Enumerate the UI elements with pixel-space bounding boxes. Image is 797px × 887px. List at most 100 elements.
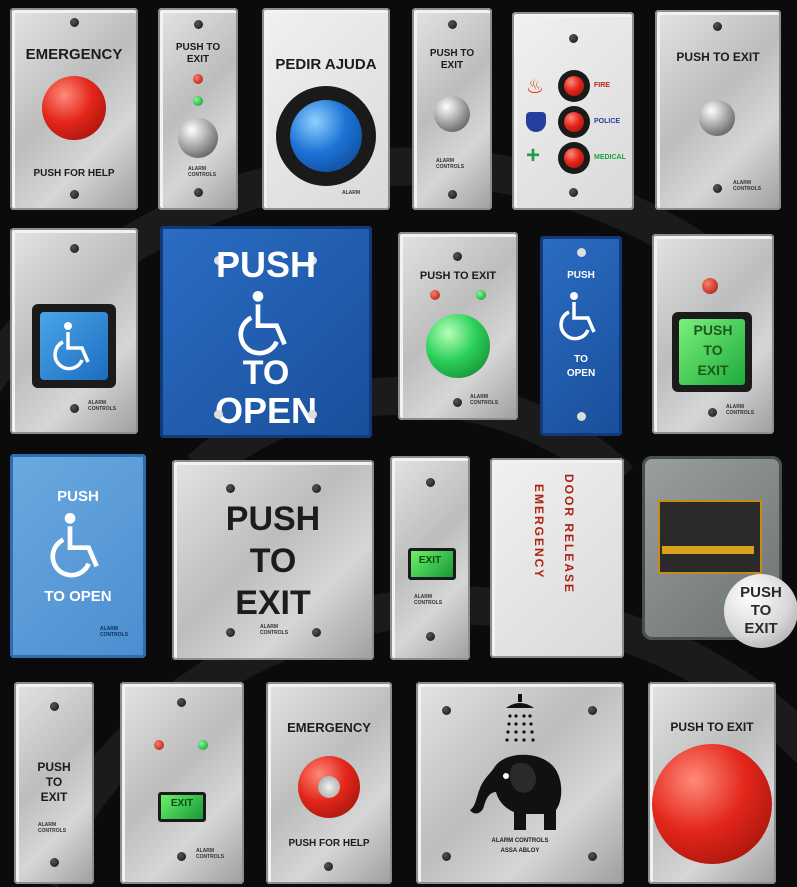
push-to-exit-square-plate[interactable]: PUSH TO EXIT ALARM CONTROLS	[172, 460, 374, 660]
green-exit-button[interactable]	[426, 314, 490, 378]
exit-label: EXIT	[186, 54, 210, 65]
emergency-door-release-plate[interactable]: EMERGENCY DOOR RELEASE	[490, 458, 624, 658]
open-label: OPEN	[214, 390, 318, 431]
plate-screw	[588, 706, 597, 715]
chrome-push-button[interactable]	[434, 96, 470, 132]
police-button[interactable]	[564, 112, 584, 132]
plate-screw	[453, 252, 462, 261]
plate-screw	[708, 408, 717, 417]
push-to-open-large-plate[interactable]: PUSH TO OPEN	[160, 226, 372, 438]
green-led-indicator	[198, 740, 208, 750]
plate-screw	[448, 190, 457, 199]
emergency-key-plate: EMERGENCY PUSH FOR HELP	[266, 682, 392, 884]
plate-screw	[226, 628, 235, 637]
plate-screw	[50, 702, 59, 711]
alarm-controls-logo: ALARM CONTROLS	[196, 848, 225, 860]
push-to-exit-label: PUSH TO EXIT	[670, 720, 754, 734]
plate-screw	[70, 404, 79, 413]
pedir-ajuda-plate: PEDIR AJUDA ALARM	[262, 8, 390, 210]
plate-screw	[569, 34, 578, 43]
alarm-controls-logo: ALARM CONTROLS	[100, 626, 129, 638]
green-led-indicator	[476, 290, 486, 300]
medical-cross-icon: +	[526, 142, 541, 169]
alarm-controls-logo: ALARM CONTROLS	[188, 166, 217, 178]
alarm-controls-logo: ALARM CONTROLS	[38, 822, 67, 834]
plate-screw	[426, 478, 435, 487]
push-label: PUSH	[37, 760, 71, 774]
alarm-controls-logo: ALARM CONTROLS	[436, 158, 465, 170]
push-to-exit-label: PUSH TO EXIT	[676, 50, 760, 64]
push-to-open-narrow-plate[interactable]: PUSH TO OPEN	[540, 236, 622, 436]
push-label: PUSH	[215, 244, 317, 285]
exit-label: EXIT	[40, 790, 68, 804]
chrome-push-button[interactable]	[178, 118, 218, 158]
push-to-open-lightblue-plate[interactable]: PUSH TO OPEN ALARM CONTROLS	[10, 454, 146, 658]
alarm-controls-logo: ALARM CONTROLS	[414, 594, 443, 606]
plate-screw	[308, 410, 317, 419]
red-led-indicator	[154, 740, 164, 750]
plate-screw	[453, 398, 462, 407]
plate-screw	[442, 852, 451, 861]
plate-screw	[324, 862, 333, 871]
push-to-exit-label: PUSH TO EXIT	[419, 270, 497, 282]
plate-screw	[312, 484, 321, 493]
emergency-label: EMERGENCY	[25, 46, 123, 63]
elephant-shower-plate[interactable]: ALARM CONTROLS ASSA ABLOY	[416, 682, 624, 884]
plate-screw	[70, 244, 79, 253]
alarm-controls-label: ALARM CONTROLS	[491, 838, 549, 844]
plate-screw	[177, 852, 186, 861]
small-exit-button-plate: EXIT ALARM CONTROLS	[390, 456, 470, 660]
emergency-plate: EMERGENCY PUSH FOR HELP	[10, 8, 138, 210]
emergency-vertical-label: EMERGENCY	[532, 484, 546, 580]
red-led-indicator	[193, 74, 203, 84]
chrome-push-button[interactable]	[699, 100, 735, 136]
plate-screw	[214, 410, 223, 419]
fire-button[interactable]	[564, 76, 584, 96]
push-for-help-label: PUSH FOR HELP	[288, 838, 370, 849]
plate-screw	[70, 190, 79, 199]
open-label: OPEN	[566, 368, 596, 379]
push-to-label: PUSH TO	[175, 42, 221, 53]
wheelchair-icon	[238, 291, 287, 356]
alarm-controls-logo: ALARM CONTROLS	[88, 400, 117, 412]
enclosure-stripe	[662, 546, 754, 554]
key-cylinder-icon	[318, 776, 340, 798]
push-to-exit-narrow-plate[interactable]: PUSH TO EXIT ALARM CONTROLS	[14, 682, 94, 884]
pedir-ajuda-blue-button[interactable]	[290, 100, 362, 172]
push-label: PUSH	[567, 270, 595, 281]
emergency-label: EMERGENCY	[287, 720, 371, 735]
alarm-controls-logo: ALARM CONTROLS	[726, 404, 755, 416]
medical-button[interactable]	[564, 148, 584, 168]
three-button-panel: ♨ FIRE POLICE + MEDICAL	[512, 12, 634, 210]
medical-label: MEDICAL	[594, 154, 626, 161]
exit-label: EXIT	[170, 798, 194, 809]
plate-screw	[442, 706, 451, 715]
push-label: PUSH	[225, 500, 321, 538]
to-label: TO	[703, 342, 723, 358]
to-label: TO	[574, 354, 588, 365]
disc-exit-label: EXIT	[744, 620, 778, 637]
police-badge-icon	[526, 112, 546, 132]
green-led-indicator	[193, 96, 203, 106]
shower-icon	[505, 694, 535, 742]
disc-to-label: TO	[750, 602, 772, 619]
plate-screw	[50, 858, 59, 867]
plate-screw	[70, 18, 79, 27]
push-label: PUSH	[57, 488, 99, 505]
to-open-label: TO OPEN	[44, 588, 112, 605]
wheelchair-square-plate: ALARM CONTROLS	[10, 228, 138, 434]
push-to-exit-plate-small: PUSH TO EXIT ALARM CONTROLS	[158, 8, 238, 210]
plate-screw	[577, 248, 586, 257]
alarm-controls-logo: ALARM	[342, 190, 361, 196]
plate-screw	[226, 484, 235, 493]
push-to-label: PUSH TO	[429, 48, 475, 59]
plate-screw	[713, 22, 722, 31]
red-mushroom-exit-button[interactable]	[652, 744, 772, 864]
push-to-exit-green-plate: PUSH TO EXIT ALARM CONTROLS	[398, 232, 518, 420]
fire-icon: ♨	[526, 76, 544, 98]
push-to-exit-wide-plate: PUSH TO EXIT ALARM CONTROLS	[655, 10, 781, 210]
door-release-vertical-label: DOOR RELEASE	[562, 474, 576, 595]
elephant-icon	[470, 754, 562, 830]
wheelchair-icon	[53, 322, 90, 371]
emergency-red-button[interactable]	[42, 76, 106, 140]
